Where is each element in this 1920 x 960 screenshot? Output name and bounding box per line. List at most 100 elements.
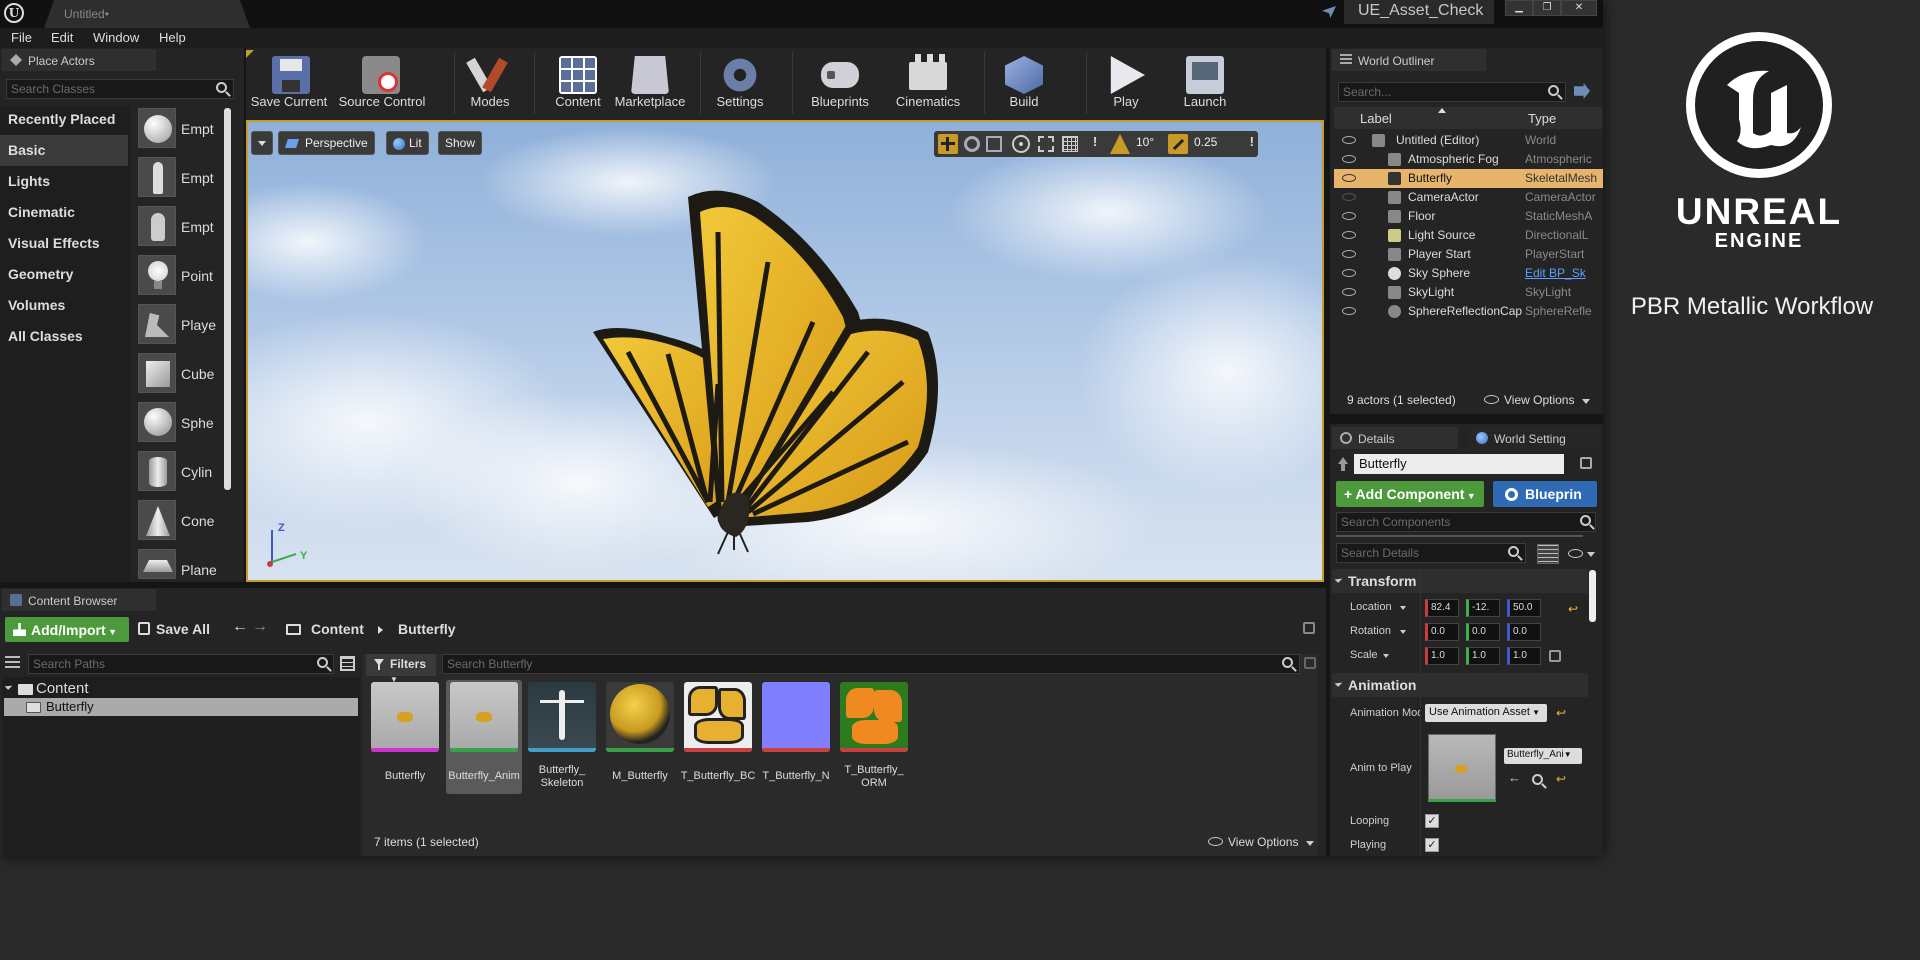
outliner-row[interactable]: CameraActor CameraActor <box>1334 188 1603 207</box>
scale-y-field[interactable]: 1.0 <box>1466 647 1500 665</box>
menu-help[interactable]: Help <box>159 30 186 45</box>
blueprint-button[interactable]: Blueprin <box>1493 481 1597 507</box>
empty-character-icon[interactable] <box>138 157 176 197</box>
outliner-row[interactable]: Floor StaticMeshA <box>1334 207 1603 226</box>
outliner-row[interactable]: Sky Sphere Edit BP_Sk <box>1334 264 1603 283</box>
cube-icon[interactable] <box>138 353 176 393</box>
menu-window[interactable]: Window <box>93 30 139 45</box>
maximize-button[interactable]: ❐ <box>1533 0 1561 16</box>
visibility-eye-icon[interactable] <box>1342 231 1356 239</box>
player-start-icon[interactable] <box>138 304 176 344</box>
asset-thumbnail-butterfly-skeleton[interactable] <box>528 682 596 752</box>
lock-icon[interactable] <box>1303 622 1315 634</box>
sources-toggle-icon[interactable] <box>5 656 20 671</box>
save-search-icon[interactable] <box>1304 657 1316 669</box>
animation-mode-dropdown[interactable]: Use Animation Asset ▼ <box>1425 704 1547 722</box>
level-viewport[interactable]: Z Y Perspective Lit Show ! 10° 0.25 ! <box>246 120 1324 582</box>
search-components-input[interactable]: Search Components <box>1336 512 1596 532</box>
filters-button[interactable]: Filters ▼ <box>366 654 436 684</box>
property-matrix-icon[interactable] <box>1537 544 1559 564</box>
marketplace-button[interactable]: Marketplace <box>612 48 688 120</box>
rotate-tool-icon[interactable] <box>964 136 980 152</box>
source-control-button[interactable]: Source Control <box>334 48 430 120</box>
tab-content-browser[interactable]: Content Browser <box>2 589 156 611</box>
empty-actor-icon[interactable] <box>138 108 176 148</box>
minimize-button[interactable]: ▁ <box>1505 0 1533 16</box>
play-button[interactable]: Play <box>1094 48 1158 120</box>
world-space-icon[interactable] <box>1012 135 1030 153</box>
visibility-eye-icon[interactable] <box>1342 288 1356 296</box>
scale-z-field[interactable]: 1.0 <box>1507 647 1541 665</box>
tree-item-butterfly[interactable]: Butterfly <box>46 699 94 714</box>
category-geometry[interactable]: Geometry <box>0 259 128 290</box>
tree-item-content[interactable]: Content <box>36 680 89 697</box>
location-y-field[interactable]: -12. <box>1466 599 1500 617</box>
eye-icon[interactable] <box>1568 549 1583 558</box>
close-button[interactable]: ✕ <box>1561 0 1597 16</box>
category-cinematic[interactable]: Cinematic <box>0 197 128 228</box>
perspective-button[interactable]: Perspective <box>278 131 375 155</box>
category-recently-placed[interactable]: Recently Placed <box>0 104 128 135</box>
visibility-eye-icon[interactable] <box>1342 193 1356 201</box>
category-all-classes[interactable]: All Classes <box>0 321 128 352</box>
lock-scale-icon[interactable] <box>1549 650 1561 662</box>
actor-list-scrollbar[interactable] <box>224 108 231 490</box>
rotation-label[interactable]: Rotation <box>1350 625 1391 637</box>
scale-snap-icon[interactable] <box>1168 134 1188 154</box>
save-current-button[interactable]: Save Current <box>248 48 330 120</box>
camera-speed-icon[interactable]: ! <box>1226 134 1254 154</box>
content-view-options[interactable]: View Options <box>1228 835 1298 849</box>
cylinder-icon[interactable] <box>138 451 176 491</box>
browse-asset-icon[interactable] <box>1532 774 1543 785</box>
location-label[interactable]: Location <box>1350 601 1392 613</box>
search-paths-input[interactable]: Search Paths <box>28 654 334 674</box>
visibility-eye-icon[interactable] <box>1342 269 1356 277</box>
outliner-row-selected[interactable]: Butterfly SkeletalMesh <box>1334 169 1603 188</box>
category-visual-effects[interactable]: Visual Effects <box>0 228 128 259</box>
visibility-eye-icon[interactable] <box>1342 155 1356 163</box>
use-selected-arrow-icon[interactable]: ← <box>1508 770 1521 785</box>
anim-to-play-dropdown[interactable]: Butterfly_Ani▼ <box>1504 748 1582 764</box>
asset-thumbnail-butterfly[interactable] <box>371 682 439 752</box>
tab-world-settings[interactable]: World Setting <box>1468 427 1600 449</box>
view-list-icon[interactable] <box>340 656 355 671</box>
back-arrow-icon[interactable]: ← <box>232 618 248 636</box>
plane-icon[interactable] <box>138 549 176 579</box>
breadcrumb-butterfly[interactable]: Butterfly <box>398 621 456 637</box>
grid-snap-icon[interactable] <box>1062 136 1078 152</box>
chevron-down-icon[interactable] <box>1587 552 1595 557</box>
translate-tool-icon[interactable] <box>938 134 958 154</box>
outliner-row[interactable]: SphereReflectionCap SphereRefle <box>1334 302 1603 321</box>
chevron-down-icon[interactable] <box>1582 399 1590 404</box>
outliner-row[interactable]: Player Start PlayerStart <box>1334 245 1603 264</box>
category-volumes[interactable]: Volumes <box>0 290 128 321</box>
visibility-eye-icon[interactable] <box>1342 307 1356 315</box>
scale-tool-icon[interactable] <box>986 136 1002 152</box>
breadcrumb-content[interactable]: Content <box>311 621 364 637</box>
cone-icon[interactable] <box>138 500 176 540</box>
location-z-field[interactable]: 50.0 <box>1507 599 1541 617</box>
add-import-button[interactable]: Add/Import ▼ <box>5 617 129 642</box>
build-button[interactable]: Build <box>992 48 1056 120</box>
asset-thumbnail-t-butterfly-orm[interactable] <box>840 682 908 752</box>
reset-to-default-icon[interactable]: ↩ <box>1568 602 1578 616</box>
actor-name-field[interactable]: Butterfly <box>1354 454 1564 474</box>
scale-label[interactable]: Scale <box>1350 649 1378 661</box>
outliner-row[interactable]: Untitled (Editor) World <box>1334 131 1603 150</box>
visibility-eye-icon[interactable] <box>1342 136 1356 144</box>
add-component-button[interactable]: + Add Component ▼ <box>1336 481 1484 507</box>
chevron-down-icon[interactable] <box>1400 606 1406 610</box>
empty-pawn-icon[interactable] <box>138 206 176 246</box>
blueprints-button[interactable]: Blueprints <box>800 48 880 120</box>
asset-thumbnail-butterfly-anim[interactable] <box>450 682 518 752</box>
lock-icon[interactable] <box>1580 457 1592 469</box>
outliner-row[interactable]: SkyLight SkyLight <box>1334 283 1603 302</box>
search-classes-input[interactable]: Search Classes <box>6 79 234 99</box>
reset-to-default-icon[interactable]: ↩ <box>1556 772 1566 786</box>
tab-details[interactable]: Details <box>1332 427 1458 449</box>
viewport-options-button[interactable] <box>251 131 273 155</box>
document-tab[interactable]: Untitled• <box>44 0 250 28</box>
category-lights[interactable]: Lights <box>0 166 128 197</box>
save-all-button[interactable]: Save All <box>156 621 210 637</box>
point-light-icon[interactable] <box>138 255 176 295</box>
